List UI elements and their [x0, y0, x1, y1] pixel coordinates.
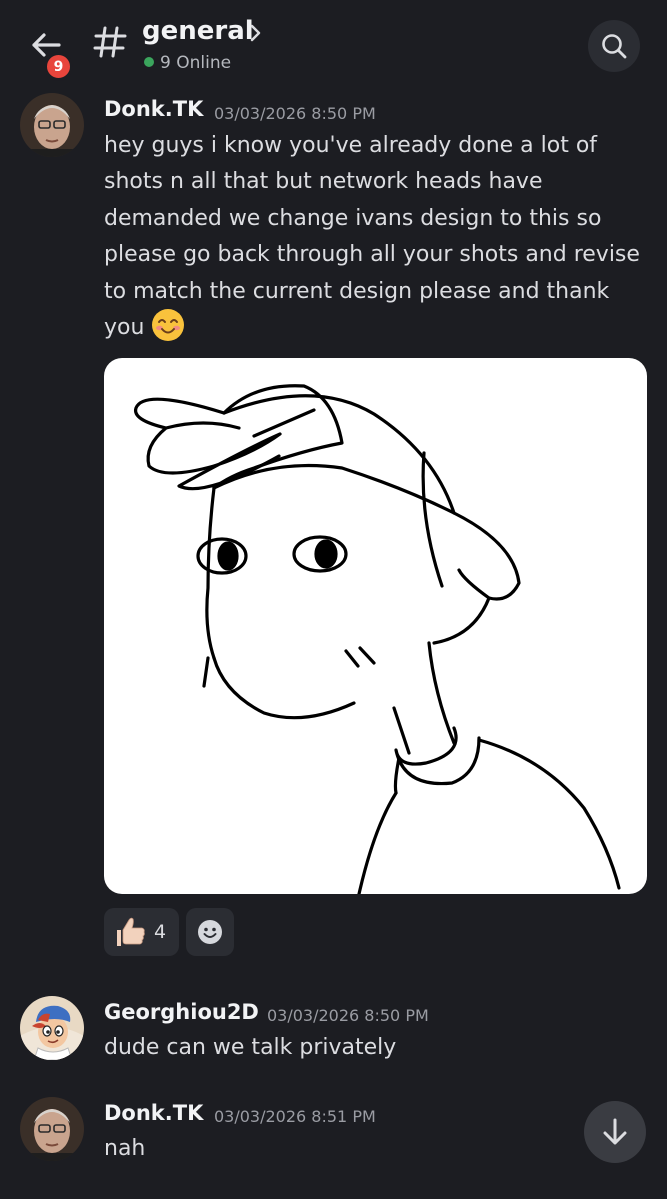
message-line: you	[104, 309, 649, 346]
user-avatar-image	[20, 996, 84, 1060]
timestamp: 03/03/2026 8:51 PM	[214, 1107, 376, 1126]
username[interactable]: Donk.TK	[104, 1101, 203, 1125]
channel-header: 9 general 9 Online	[0, 0, 667, 88]
thumbs-up-emoji	[117, 917, 145, 946]
message-content: nah	[104, 1136, 146, 1161]
channel-name[interactable]: general	[142, 16, 254, 46]
user-avatar-image	[20, 1097, 84, 1161]
message-content: dude can we talk privately	[104, 1035, 397, 1060]
username[interactable]: Georghiou2D	[104, 1000, 259, 1024]
message-line: shots n all that but network heads have	[104, 169, 543, 195]
reaction-thumbs-up[interactable]: 4	[104, 908, 179, 956]
add-reaction-button[interactable]	[186, 908, 234, 956]
arrow-down-icon	[603, 1118, 627, 1145]
character-drawing	[134, 384, 621, 894]
unread-badge: 9	[44, 52, 73, 81]
jump-to-bottom-button[interactable]	[584, 1101, 646, 1163]
online-indicator	[144, 57, 154, 67]
message-line: demanded we change ivans design to this …	[104, 205, 602, 231]
add-reaction-icon	[198, 920, 222, 944]
message-line: to match the current design please and t…	[104, 278, 610, 304]
message-line-text: you	[104, 315, 145, 341]
image-attachment[interactable]	[104, 358, 647, 894]
hash-icon	[93, 26, 127, 58]
timestamp: 03/03/2026 8:50 PM	[214, 104, 376, 123]
chevron-right-icon[interactable]	[250, 24, 262, 42]
online-count: 9 Online	[160, 53, 232, 73]
avatar[interactable]	[20, 1097, 84, 1161]
avatar[interactable]	[20, 93, 84, 157]
search-icon	[602, 34, 627, 59]
message-line: hey guys i know you've already done a lo…	[104, 133, 598, 158]
user-avatar-image	[20, 93, 84, 157]
search-button[interactable]	[588, 20, 640, 72]
username[interactable]: Donk.TK	[104, 97, 203, 121]
smiling-face-emoji	[152, 309, 185, 342]
timestamp: 03/03/2026 8:50 PM	[267, 1006, 429, 1025]
back-button[interactable]: 9	[24, 24, 73, 81]
avatar[interactable]	[20, 996, 84, 1060]
reaction-count: 4	[154, 921, 167, 943]
message-content: hey guys i know you've already done a lo…	[104, 128, 649, 346]
message-line: please go back through all your shots an…	[104, 242, 640, 268]
